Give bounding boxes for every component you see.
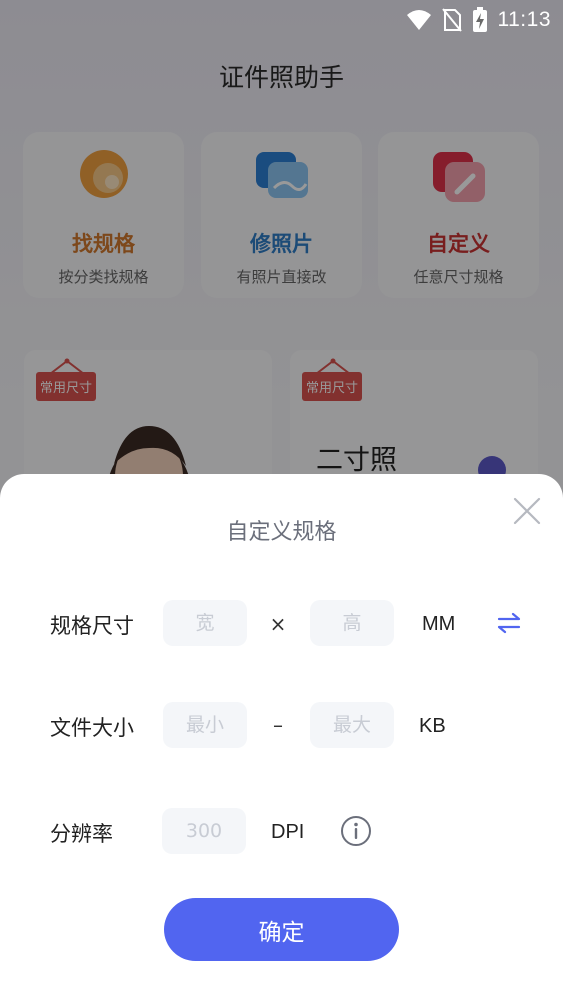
swap-icon[interactable] xyxy=(496,610,522,636)
battery-charging-icon xyxy=(472,7,487,32)
sheet-title: 自定义规格 xyxy=(226,520,337,545)
info-icon[interactable] xyxy=(340,815,372,847)
width-input[interactable] xyxy=(163,600,247,646)
dash-separator: – xyxy=(273,713,283,737)
filesize-min-input[interactable] xyxy=(163,702,247,748)
filesize-max-input[interactable] xyxy=(310,702,394,748)
size-label: 规格尺寸 xyxy=(50,614,134,638)
confirm-button[interactable]: 确定 xyxy=(164,898,399,961)
resolution-label: 分辨率 xyxy=(50,822,113,846)
size-unit: MM xyxy=(422,613,456,635)
wifi-icon xyxy=(406,10,431,30)
times-separator: × xyxy=(269,612,287,636)
dpi-unit: DPI xyxy=(271,821,305,843)
dpi-input[interactable] xyxy=(162,808,246,854)
filesize-label: 文件大小 xyxy=(50,716,134,740)
filesize-unit: KB xyxy=(419,715,446,737)
height-input[interactable] xyxy=(310,600,394,646)
no-sim-icon xyxy=(441,8,462,32)
status-time: 11:13 xyxy=(497,8,551,31)
close-icon[interactable] xyxy=(510,494,544,528)
status-bar: 11:13 xyxy=(0,0,563,40)
custom-spec-sheet: 自定义规格 规格尺寸 × MM 文件大小 – KB 分辨率 DPI 确定 xyxy=(0,474,563,1000)
